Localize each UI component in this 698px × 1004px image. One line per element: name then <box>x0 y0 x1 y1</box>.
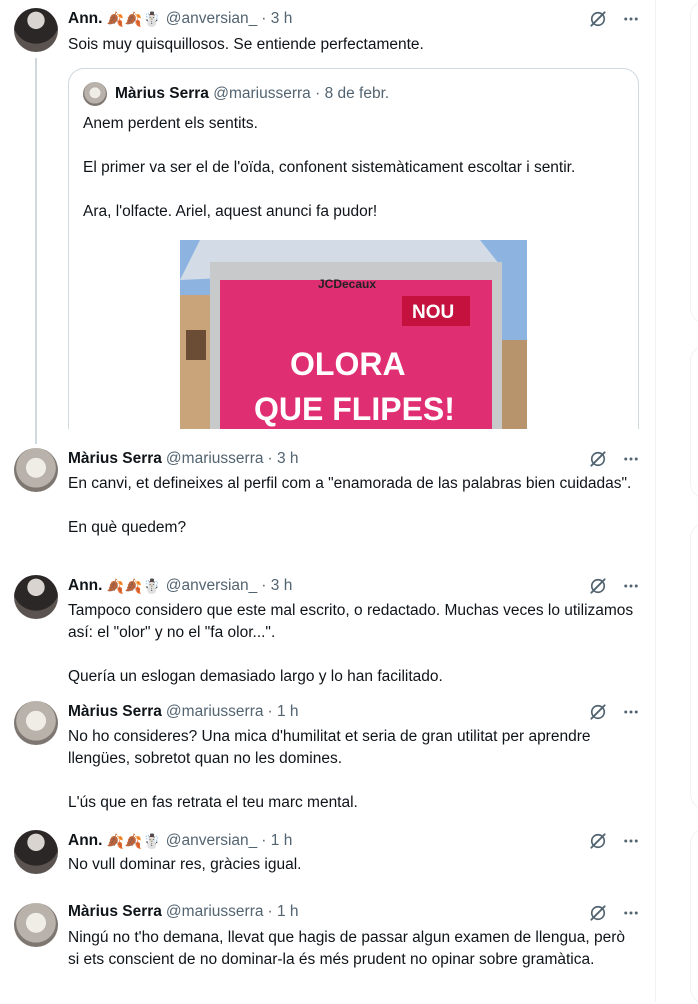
more-icon[interactable] <box>622 10 640 28</box>
display-name[interactable]: Ann. <box>68 576 102 596</box>
timestamp[interactable]: · 3 h <box>261 576 292 596</box>
tweet-actions <box>588 9 640 29</box>
user-handle[interactable]: @anversian_ <box>166 576 258 596</box>
display-name: Màrius Serra <box>115 85 209 102</box>
timestamp[interactable]: · 1 h <box>267 902 298 922</box>
grok-icon[interactable] <box>588 576 608 596</box>
column-divider <box>655 0 656 1002</box>
timestamp[interactable]: · 1 h <box>267 702 298 722</box>
poster-line-1: OLORA <box>290 346 406 382</box>
tweet-text: Ningú no t'ho demana, llevat que hagis d… <box>68 929 626 968</box>
tweet-header: Màrius Serra @mariusserra · 1 h <box>68 902 299 922</box>
more-icon[interactable] <box>622 450 640 468</box>
timestamp[interactable]: · 3 h <box>267 449 298 469</box>
tweet-actions <box>588 903 640 923</box>
tweet-actions <box>588 831 640 851</box>
grok-icon[interactable] <box>588 903 608 923</box>
tweet-text: Tampoco considero que este mal escrito, … <box>68 602 634 685</box>
quoted-tweet-header: Màrius Serra @mariusserra · 8 de febr. <box>115 84 389 104</box>
more-icon[interactable] <box>622 577 640 595</box>
timestamp: · 8 de febr. <box>315 85 390 102</box>
quoted-media-image[interactable]: JCDecaux NOU OLORA QUE FLIPES! <box>180 240 527 429</box>
user-handle[interactable]: @anversian_ <box>166 9 258 29</box>
grok-icon[interactable] <box>588 449 608 469</box>
tweet[interactable]: Ann. 🍂🍂☃️ @anversian_ · 1 h No vull domi… <box>0 822 655 898</box>
tweet-text: No vull dominar res, gràcies igual. <box>68 856 302 873</box>
user-handle[interactable]: @anversian_ <box>166 831 258 851</box>
tweet-actions <box>588 449 640 469</box>
tweet-actions <box>588 576 640 596</box>
tweet-header: Ann. 🍂🍂☃️ @anversian_ · 1 h <box>68 831 292 851</box>
tweet[interactable]: Màrius Serra @mariusserra · 1 h No ho co… <box>0 693 655 823</box>
grok-icon[interactable] <box>588 9 608 29</box>
more-icon[interactable] <box>622 832 640 850</box>
avatar[interactable] <box>14 8 58 52</box>
sidebar-card <box>690 522 698 810</box>
tweet-header: Ann. 🍂🍂☃️ @anversian_ · 3 h <box>68 9 292 29</box>
avatar[interactable] <box>14 575 58 619</box>
tweet-text: En canvi, et defineixes al perfil com a … <box>68 475 632 536</box>
more-icon[interactable] <box>622 904 640 922</box>
name-emoji: 🍂🍂☃️ <box>106 833 162 849</box>
avatar <box>83 82 107 106</box>
tweet-header: Màrius Serra @mariusserra · 1 h <box>68 702 299 722</box>
bus-shelter-ad-photo: JCDecaux NOU OLORA QUE FLIPES! <box>180 240 527 429</box>
tweet[interactable]: Ann. 🍂🍂☃️ @anversian_ · 3 h Sois muy qui… <box>0 0 655 440</box>
user-handle: @mariusserra <box>213 85 311 102</box>
thread-connector <box>35 438 37 444</box>
user-handle[interactable]: @mariusserra <box>166 702 264 722</box>
sidebar-card <box>690 828 698 1004</box>
tweet-header: Ann. 🍂🍂☃️ @anversian_ · 3 h <box>68 576 292 596</box>
poster-badge: NOU <box>412 302 454 323</box>
tweet[interactable]: Màrius Serra @mariusserra · 1 h Ningú no… <box>0 895 655 1002</box>
grok-icon[interactable] <box>588 831 608 851</box>
grok-icon[interactable] <box>588 702 608 722</box>
timestamp[interactable]: · 3 h <box>261 9 292 29</box>
quoted-tweet[interactable]: Màrius Serra @mariusserra · 8 de febr. A… <box>68 68 639 429</box>
sidebar-card <box>690 0 698 324</box>
display-name[interactable]: Màrius Serra <box>68 702 162 722</box>
avatar[interactable] <box>14 830 58 874</box>
name-emoji: 🍂🍂☃️ <box>106 578 162 594</box>
poster-line-2: QUE FLIPES! <box>254 391 455 427</box>
tweet-header: Màrius Serra @mariusserra · 3 h <box>68 449 299 469</box>
display-name[interactable]: Màrius Serra <box>68 902 162 922</box>
timestamp[interactable]: · 1 h <box>261 831 292 851</box>
tweet[interactable]: Ann. 🍂🍂☃️ @anversian_ · 3 h Tampoco cons… <box>0 567 655 695</box>
poster-brand: JCDecaux <box>318 277 376 291</box>
sidebar-card <box>690 345 698 499</box>
tweet-actions <box>588 702 640 722</box>
display-name[interactable]: Màrius Serra <box>68 449 162 469</box>
tweet-text: Sois muy quisquillosos. Se entiende perf… <box>68 36 424 53</box>
thread-connector <box>35 58 37 440</box>
tweet-text: No ho consideres? Una mica d'humilitat e… <box>68 728 591 811</box>
avatar[interactable] <box>14 903 58 947</box>
user-handle[interactable]: @mariusserra <box>166 902 264 922</box>
reply-thread: Ann. 🍂🍂☃️ @anversian_ · 3 h Sois muy qui… <box>0 0 655 1002</box>
display-name[interactable]: Ann. <box>68 831 102 851</box>
user-handle[interactable]: @mariusserra <box>166 449 264 469</box>
quoted-tweet-text: Anem perdent els sentits. El primer va s… <box>83 115 576 220</box>
display-name[interactable]: Ann. <box>68 9 102 29</box>
avatar[interactable] <box>14 448 58 492</box>
avatar[interactable] <box>14 701 58 745</box>
name-emoji: 🍂🍂☃️ <box>106 11 162 27</box>
tweet[interactable]: Màrius Serra @mariusserra · 3 h En canvi… <box>0 438 655 573</box>
more-icon[interactable] <box>622 703 640 721</box>
